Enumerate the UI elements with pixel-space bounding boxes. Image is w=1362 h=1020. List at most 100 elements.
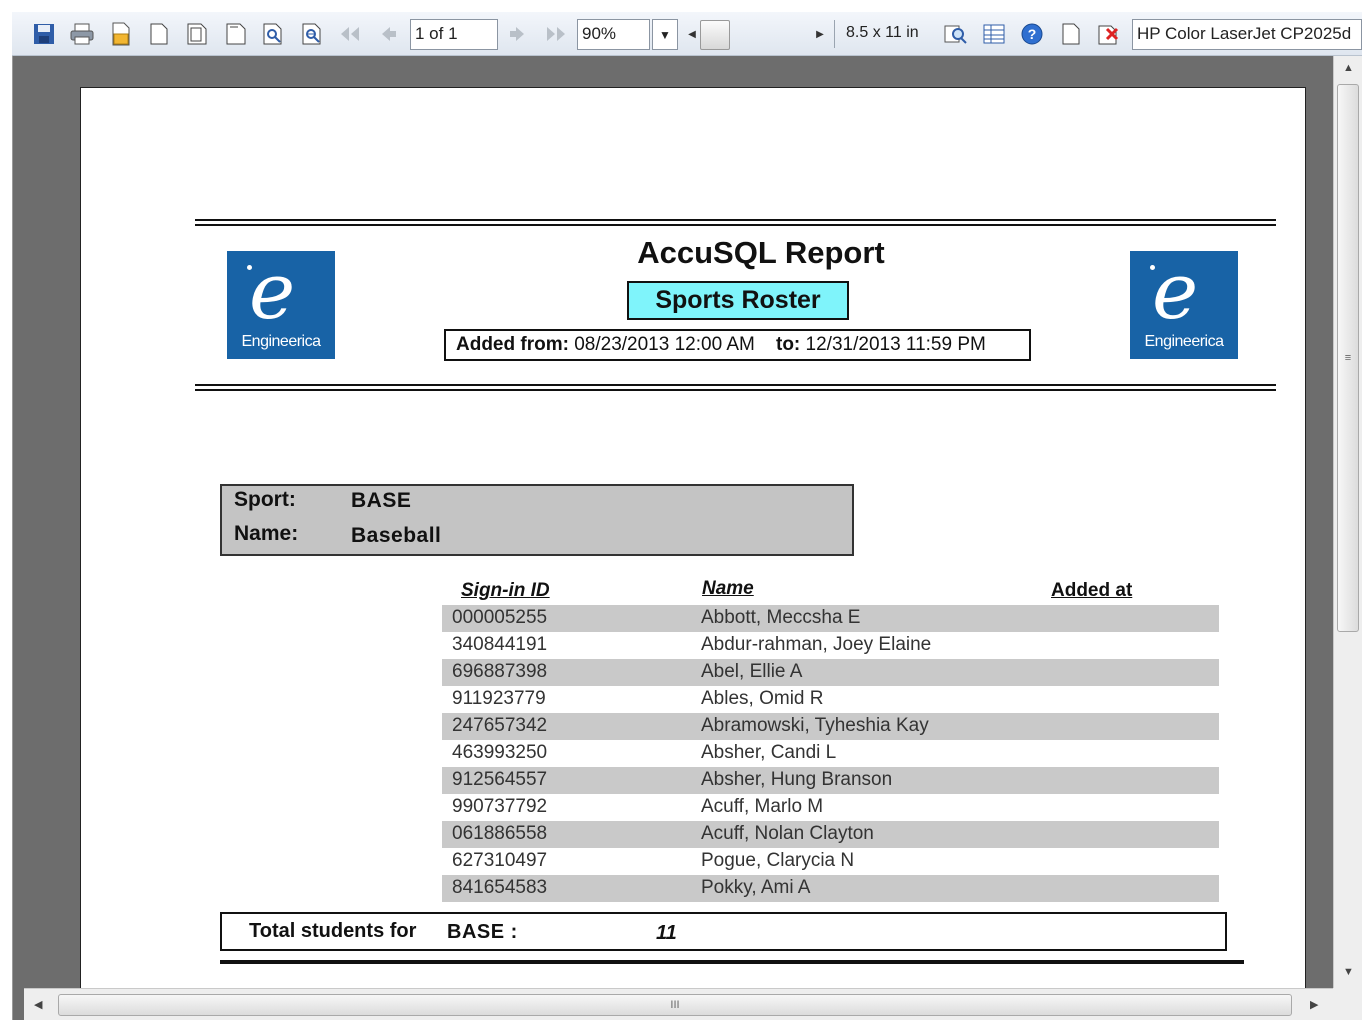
- scroll-up-arrow-icon[interactable]: ▲: [1343, 62, 1354, 74]
- to-label: to:: [776, 334, 801, 355]
- name-cell: Abramowski, Tyheshia Kay: [701, 715, 929, 736]
- roster-table: 000005255 Abbott, Meccsha E 340844191 Abdu…: [442, 605, 1219, 902]
- name-cell: Absher, Candi L: [701, 742, 837, 763]
- total-count: 11: [656, 922, 677, 944]
- name-cell: Abel, Ellie A: [701, 661, 803, 682]
- total-label: Total students for: [249, 920, 417, 942]
- header-rule-top-2: [195, 224, 1276, 226]
- signin-id-cell: 841654583: [452, 877, 548, 898]
- svg-text:?: ?: [1028, 26, 1037, 42]
- added-from-value: 08/23/2013 12:00 AM: [574, 334, 755, 355]
- name-cell: Acuff, Nolan Clayton: [701, 823, 874, 844]
- group-total: Total students for BASE : 11: [220, 912, 1227, 951]
- grip-label: III: [670, 999, 680, 1011]
- last-page-icon[interactable]: [544, 22, 568, 46]
- logo-text: Engineerica: [241, 333, 322, 350]
- name-cell: Pogue, Clarycia N: [701, 850, 855, 871]
- search-icon[interactable]: [944, 22, 968, 46]
- table-row: 990737792 Acuff, Marlo M: [442, 794, 1219, 821]
- sport-label: Sport:: [234, 488, 296, 511]
- scroll-right-arrow-icon[interactable]: ▶: [812, 22, 828, 46]
- table-row: 841654583 Pokky, Ami A: [442, 875, 1219, 902]
- signin-id-cell: 912564557: [452, 769, 548, 790]
- header-rule-top-1: [195, 219, 1276, 221]
- table-row: 247657342 Abramowski, Tyheshia Kay: [442, 713, 1219, 740]
- report-title: AccuSQL Report: [637, 235, 885, 270]
- header-rule-bottom-1: [195, 384, 1276, 386]
- table-row: 911923779 Ables, Omid R: [442, 686, 1219, 713]
- close-icon[interactable]: [1097, 22, 1121, 46]
- scroll-left-icon[interactable]: ◀: [34, 998, 42, 1011]
- table-row: 000005255 Abbott, Meccsha E: [442, 605, 1219, 632]
- header-rule-bottom-2: [195, 389, 1276, 391]
- zoom-in-icon[interactable]: [262, 22, 286, 46]
- signin-id-cell: 061886558: [452, 823, 548, 844]
- signin-id-cell: 247657342: [452, 715, 548, 736]
- grip-icon: ≡: [1344, 352, 1352, 364]
- print-icon[interactable]: [70, 22, 94, 46]
- new-page-icon[interactable]: [1059, 22, 1083, 46]
- signin-id-cell: 340844191: [452, 634, 548, 655]
- toolbar: 1 of 1 90% ▼ ◀ ▶ 8.5 x 11 in ? HP Color …: [12, 12, 1362, 56]
- column-header-added-at: Added at: [1051, 580, 1133, 601]
- column-header-name: Name: [702, 578, 754, 599]
- scroll-right-icon[interactable]: ▶: [1310, 998, 1318, 1011]
- sport-value: BASE: [351, 489, 412, 512]
- name-cell: Abbott, Meccsha E: [701, 607, 861, 628]
- table-icon[interactable]: [982, 22, 1006, 46]
- whole-page-icon[interactable]: [224, 22, 248, 46]
- zoom-slider-thumb[interactable]: [700, 20, 730, 50]
- paper-size-label[interactable]: 8.5 x 11 in: [846, 24, 919, 42]
- name-cell: Absher, Hung Branson: [701, 769, 893, 790]
- signin-id-cell: 911923779: [452, 688, 546, 709]
- zoom-dropdown-button[interactable]: ▼: [652, 19, 678, 50]
- company-logo-right: e Engineerica: [1130, 251, 1238, 359]
- signin-id-cell: 990737792: [452, 796, 548, 817]
- logo-text: Engineerica: [1144, 333, 1225, 350]
- scroll-down-arrow-icon[interactable]: ▼: [1343, 966, 1354, 978]
- first-page-icon[interactable]: [338, 22, 362, 46]
- signin-id-cell: 463993250: [452, 742, 548, 763]
- footer-rule: [220, 960, 1244, 964]
- sport-name-value: Baseball: [351, 524, 442, 547]
- to-value: 12/31/2013 11:59 PM: [805, 334, 986, 355]
- date-range: Added from: 08/23/2013 12:00 AM to: 12/3…: [444, 329, 1031, 361]
- vertical-scrollbar[interactable]: ▲ ≡ ▼: [1333, 56, 1362, 988]
- name-cell: Ables, Omid R: [701, 688, 824, 709]
- sport-name-label: Name:: [234, 522, 299, 545]
- scroll-left-arrow-icon[interactable]: ◀: [684, 22, 700, 46]
- page-number-field[interactable]: 1 of 1: [410, 19, 498, 50]
- table-row: 696887398 Abel, Ellie A: [442, 659, 1219, 686]
- toolbar-separator: [834, 20, 835, 48]
- table-row: 340844191 Abdur-rahman, Joey Elaine: [442, 632, 1219, 659]
- name-cell: Acuff, Marlo M: [701, 796, 824, 817]
- signin-id-cell: 000005255: [452, 607, 548, 628]
- page-setup-icon[interactable]: [147, 22, 171, 46]
- zoom-select[interactable]: 90%: [577, 19, 650, 50]
- printer-select[interactable]: HP Color LaserJet CP2025d: [1132, 19, 1362, 50]
- report-viewer-window: 1 of 1 90% ▼ ◀ ▶ 8.5 x 11 in ? HP Color …: [0, 0, 1362, 1020]
- export-icon[interactable]: [109, 22, 133, 46]
- next-page-icon[interactable]: [506, 22, 530, 46]
- vertical-scroll-thumb[interactable]: ≡: [1337, 84, 1359, 632]
- help-icon[interactable]: ?: [1020, 22, 1044, 46]
- scrollbar-corner: [1333, 988, 1362, 1020]
- name-cell: Abdur-rahman, Joey Elaine: [701, 634, 932, 655]
- column-header-signin-id: Sign-in ID: [461, 580, 550, 601]
- report-subtitle: Sports Roster: [627, 281, 849, 320]
- logo-e-glyph: e: [249, 247, 296, 337]
- horizontal-scroll-thumb[interactable]: III: [58, 994, 1292, 1016]
- sport-group-header: Sport: BASE Name: Baseball: [220, 484, 854, 556]
- logo-e-glyph: e: [1152, 247, 1199, 337]
- zoom-out-icon[interactable]: [301, 22, 325, 46]
- table-row: 061886558 Acuff, Nolan Clayton: [442, 821, 1219, 848]
- horizontal-scrollbar[interactable]: ◀ III ▶: [24, 988, 1333, 1020]
- company-logo-left: e Engineerica: [227, 251, 335, 359]
- table-row: 463993250 Absher, Candi L: [442, 740, 1219, 767]
- total-sport-code: BASE :: [447, 921, 518, 943]
- save-icon[interactable]: [32, 22, 56, 46]
- previous-page-icon[interactable]: [376, 22, 400, 46]
- page-width-icon[interactable]: [185, 22, 209, 46]
- signin-id-cell: 627310497: [452, 850, 548, 871]
- report-page: e Engineerica AccuSQL Report Sports Rost…: [80, 87, 1306, 1020]
